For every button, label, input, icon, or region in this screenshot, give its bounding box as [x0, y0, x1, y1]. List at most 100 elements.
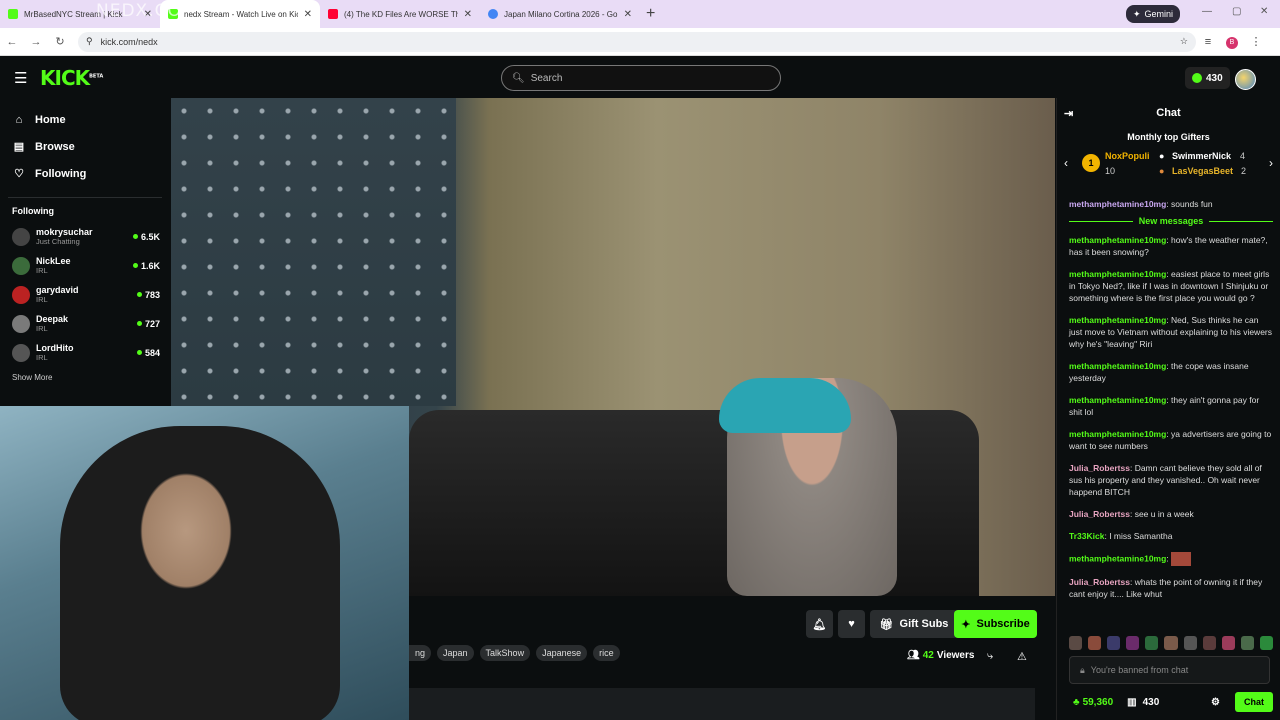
back-icon[interactable]: ← [0, 36, 24, 48]
show-more-link[interactable]: Show More [0, 373, 170, 382]
star-icon: ✦ [961, 618, 971, 631]
channel-avatar [12, 343, 30, 362]
gifter-name[interactable]: LasVegasBeet [1172, 166, 1233, 176]
sidebar-item-browse[interactable]: ▤ Browse [0, 133, 170, 160]
chat-message: methamphetamine10mg: Ned, Sus thinks he … [1069, 315, 1272, 349]
collapse-chat-icon[interactable]: ⇥ [1064, 107, 1073, 120]
close-tab-icon[interactable]: ✕ [464, 9, 472, 20]
gifter-name[interactable]: NoxPopuli [1105, 151, 1150, 161]
chest-icon: ▥ [1127, 696, 1137, 708]
points-balance[interactable]: 430 [1185, 67, 1230, 89]
browser-tab-active[interactable]: nedx Stream - Watch Live on Kick ✕ [160, 0, 320, 28]
points-balance-chat[interactable]: 430 [1143, 697, 1160, 708]
gift-subs-button[interactable]: 🎁︎ Gift Subs [870, 610, 958, 638]
hamburger-menu-icon[interactable]: ☰ [14, 69, 32, 87]
chat-send-button[interactable]: Chat [1235, 692, 1273, 712]
following-channel[interactable]: LordHito IRL 584 [0, 338, 170, 367]
close-window-icon[interactable]: ✕ [1260, 6, 1268, 17]
heart-icon: ♥ [848, 618, 855, 630]
browser-tab[interactable]: Japan Milano Cortina 2026 - Go ✕ [480, 0, 640, 28]
extensions-icon[interactable]: ≡ [1196, 36, 1220, 48]
live-dot-icon [136, 292, 142, 297]
gifter-count: 2 [1241, 166, 1247, 176]
minimize-icon[interactable]: — [1202, 6, 1212, 17]
share-icon[interactable]: ⤷ [987, 650, 993, 663]
kick-logo[interactable]: KICKBETA [40, 66, 103, 90]
gemini-button[interactable]: ✦ Gemini [1125, 5, 1180, 23]
silver-badge-icon: ● [1159, 151, 1165, 161]
tags-row: ng Japan TalkShow Japanese rice [409, 645, 620, 661]
tag[interactable]: Japanese [536, 645, 588, 661]
site-info-icon[interactable]: ⚲ [86, 36, 93, 47]
gifter-count: 10 [1105, 166, 1116, 176]
emote-icon[interactable] [1145, 636, 1159, 650]
sidebar-item-following[interactable]: ♡ Following [0, 160, 170, 187]
emote-icon[interactable] [1221, 636, 1235, 650]
report-icon[interactable]: ⚠ [1017, 650, 1027, 663]
kicks-icon: ♣ [1073, 696, 1080, 708]
search-input[interactable]: 🔍︎ Search [501, 65, 781, 91]
chat-message: methamphetamine10mg: they ain't gonna pa… [1069, 395, 1260, 417]
maximize-icon[interactable]: ▢ [1232, 6, 1241, 17]
gifter-count: 4 [1240, 151, 1246, 161]
settings-gear-icon[interactable]: ⚙ [1211, 697, 1220, 708]
chat-input-banned: 🔒︎ You're banned from chat [1069, 656, 1270, 684]
following-channel[interactable]: garydavid IRL 783 [0, 280, 170, 309]
emote-bar [1069, 636, 1274, 650]
tab-title: Japan Milano Cortina 2026 - Go [504, 9, 618, 19]
emote-icon[interactable] [1126, 636, 1140, 650]
emote-icon[interactable] [1164, 636, 1178, 650]
chat-footer: ♣ 59,360 ▥ 430 ⚙ Chat [1057, 690, 1280, 714]
emote-icon[interactable] [1202, 636, 1216, 650]
tag[interactable]: TalkShow [479, 645, 531, 661]
user-avatar[interactable] [1235, 69, 1256, 90]
emote-icon[interactable] [1183, 636, 1197, 650]
emote-icon[interactable] [1069, 636, 1083, 650]
emote-icon[interactable] [1088, 636, 1102, 650]
viewer-count: 👥︎ 42 Viewers [907, 650, 975, 661]
watermark: NEDX.CO [96, 1, 182, 21]
gifter-name[interactable]: SwimmerNick [1172, 151, 1231, 161]
emote-icon[interactable] [1259, 636, 1274, 650]
follow-heart-button[interactable]: ♥ [838, 610, 865, 638]
following-channel[interactable]: NickLee IRL 1.6K [0, 251, 170, 280]
channel-avatar [12, 314, 30, 333]
chat-message: methamphetamine10mg: how's the weather m… [1069, 235, 1268, 257]
tag[interactable]: ng [409, 645, 432, 661]
tab-title: nedx Stream - Watch Live on Kick [184, 9, 298, 19]
tag[interactable]: rice [593, 645, 620, 661]
emote-icon[interactable] [1107, 636, 1121, 650]
kicks-balance[interactable]: 59,360 [1083, 697, 1114, 708]
forward-icon[interactable]: → [24, 36, 48, 48]
url-field[interactable]: ⚲ kick.com/nedx ☆ [78, 31, 1196, 52]
close-tab-icon[interactable]: ✕ [624, 9, 632, 20]
gift-icon: 🎁︎ [879, 618, 894, 631]
site-header: ☰ KICKBETA 🔍︎ Search 430 [0, 58, 1280, 98]
youtube-favicon-icon [328, 9, 338, 19]
emote-icon[interactable] [1240, 636, 1254, 650]
following-channel[interactable]: Deepak IRL 727 [0, 309, 170, 338]
reload-icon[interactable]: ↻ [48, 35, 72, 48]
bell-icon: 🔔︎ [812, 618, 827, 631]
chevron-left-icon[interactable]: ‹ [1064, 156, 1068, 170]
chat-message: Julia_Robertss: Damn cant believe they s… [1069, 463, 1262, 497]
profile-avatar[interactable]: B [1220, 35, 1244, 49]
tag[interactable]: Japan [437, 645, 474, 661]
browser-menu-icon[interactable]: ⋮ [1244, 35, 1268, 48]
webcam-person [60, 426, 340, 720]
close-tab-icon[interactable]: ✕ [304, 9, 312, 20]
channel-avatar [12, 256, 30, 275]
notification-bell-button[interactable]: 🔔︎ [806, 610, 833, 638]
sidebar-item-home[interactable]: ⌂ Home [0, 106, 170, 133]
live-dot-icon [136, 321, 142, 326]
search-icon: 🔍︎ [512, 72, 525, 84]
new-tab-button[interactable]: + [646, 5, 655, 23]
chevron-right-icon[interactable]: › [1269, 156, 1273, 170]
video-background-curtain [171, 98, 456, 406]
browser-tab[interactable]: (4) The KD Files Are WORSE Th ✕ [320, 0, 480, 28]
bookmark-star-icon[interactable]: ☆ [1180, 36, 1188, 47]
subscribe-button[interactable]: ✦ Subscribe [954, 610, 1037, 638]
following-channel[interactable]: mokrysuchar Just Chatting 6.5K [0, 222, 170, 251]
new-messages-divider: New messages [1069, 216, 1274, 226]
browse-icon: ▤ [13, 141, 25, 153]
